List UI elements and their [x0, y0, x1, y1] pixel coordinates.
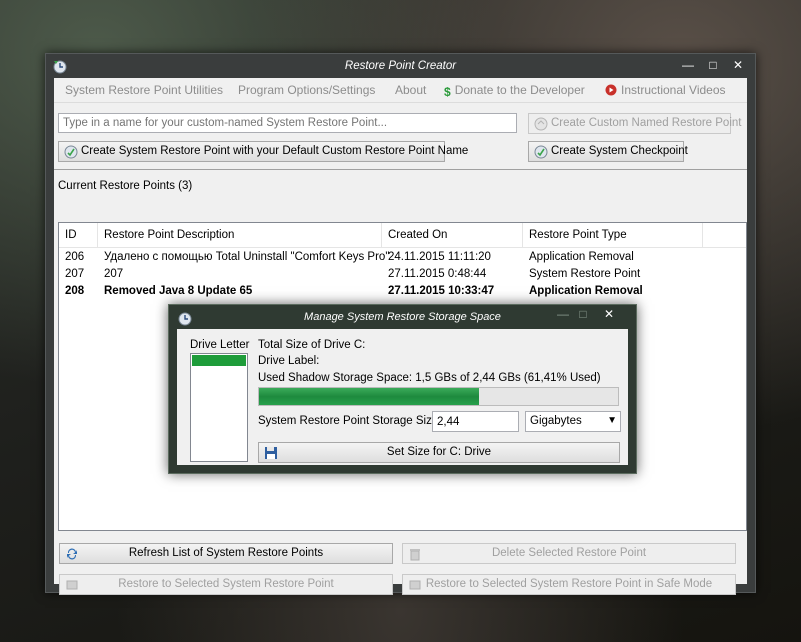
storage-unit-select[interactable]: Gigabytes ▼	[525, 411, 621, 432]
restore-icon	[64, 145, 78, 159]
menu-bar: System Restore Point Utilities Program O…	[54, 78, 747, 103]
close-button[interactable]: ✕	[726, 56, 750, 74]
menu-videos-label: Instructional Videos	[621, 83, 726, 97]
storage-dialog: Manage System Restore Storage Space — □ …	[168, 304, 637, 474]
restore-safe-mode-button[interactable]: Restore to Selected System Restore Point…	[402, 574, 736, 595]
storage-unit-value: Gigabytes	[530, 415, 582, 427]
refresh-list-label: Refresh List of System Restore Points	[128, 547, 324, 559]
row-created: 24.11.2015 11:11:20	[388, 251, 491, 263]
create-custom-named-label: Create Custom Named Restore Point	[551, 117, 742, 129]
menu-program-options[interactable]: Program Options/Settings	[238, 83, 375, 97]
row-created: 27.11.2015 10:33:47	[388, 285, 495, 297]
window-title: Restore Point Creator	[344, 60, 457, 72]
current-restore-points-label: Current Restore Points (3)	[58, 180, 193, 192]
column-type[interactable]: Restore Point Type	[523, 223, 703, 247]
drive-label-text: Drive Label:	[258, 355, 320, 367]
minimize-button[interactable]: —	[676, 56, 700, 74]
delete-restore-point-label: Delete Selected Restore Point	[491, 547, 647, 559]
column-id[interactable]: ID	[59, 223, 98, 247]
storage-size-label: System Restore Point Storage Size:	[258, 415, 442, 427]
restore-point-name-input[interactable]	[58, 113, 517, 133]
divider	[54, 169, 747, 170]
create-system-checkpoint-button[interactable]: Create System Checkpoint	[528, 141, 688, 162]
row-id: 208	[65, 285, 85, 297]
refresh-list-button[interactable]: Refresh List of System Restore Points	[59, 543, 393, 564]
create-default-restore-point-button[interactable]: Create System Restore Point with your De…	[58, 141, 468, 162]
list-header: ID Restore Point Description Created On …	[59, 223, 746, 248]
menu-donate-label: Donate to the Developer	[454, 83, 585, 97]
set-size-label: Set Size for C: Drive	[386, 446, 492, 458]
menu-instructional-videos[interactable]: Instructional Videos	[605, 83, 726, 97]
chevron-down-icon: ▼	[607, 415, 617, 426]
drive-letter-label: Drive Letter	[190, 339, 250, 351]
create-checkpoint-label: Create System Checkpoint	[551, 145, 688, 157]
menu-about[interactable]: About	[395, 83, 426, 97]
row-type: System Restore Point	[529, 268, 641, 280]
table-row[interactable]: 206 Удалено с помощью Total Uninstall "C…	[59, 249, 746, 266]
row-description: Removed Java 8 Update 65	[104, 285, 253, 297]
play-icon	[605, 84, 617, 96]
column-description[interactable]: Restore Point Description	[98, 223, 382, 247]
storage-progress-bar	[258, 387, 619, 406]
maximize-button[interactable]: □	[701, 56, 725, 74]
restore-selected-label: Restore to Selected System Restore Point	[118, 578, 334, 590]
row-type: Application Removal	[529, 285, 643, 297]
table-row[interactable]: 208 Removed Java 8 Update 65 27.11.2015 …	[59, 283, 746, 300]
menu-donate[interactable]: $ Donate to the Developer	[444, 83, 585, 99]
restore-selected-button[interactable]: Restore to Selected System Restore Point	[59, 574, 393, 595]
column-created-on[interactable]: Created On	[382, 223, 523, 247]
checkpoint-icon	[534, 145, 548, 159]
storage-size-input[interactable]	[432, 411, 519, 432]
menu-system-restore-utilities[interactable]: System Restore Point Utilities	[65, 83, 223, 97]
row-type: Application Removal	[529, 251, 634, 263]
dialog-minimize-button[interactable]: —	[553, 307, 573, 321]
row-id: 207	[65, 268, 85, 280]
dialog-maximize-button[interactable]: □	[573, 307, 593, 321]
restore-safe-mode-label: Restore to Selected System Restore Point…	[425, 578, 713, 590]
create-custom-named-button[interactable]: Create Custom Named Restore Point	[528, 113, 741, 134]
row-created: 27.11.2015 0:48:44	[388, 268, 487, 280]
delete-restore-point-button[interactable]: Delete Selected Restore Point	[402, 543, 736, 564]
row-description: 207	[104, 268, 124, 280]
restore-icon	[534, 117, 548, 131]
dialog-client: Drive Letter Total Size of Drive C: Driv…	[177, 329, 628, 465]
total-size-label: Total Size of Drive C:	[258, 339, 366, 351]
dollar-icon: $	[444, 85, 451, 99]
set-size-button[interactable]: Set Size for C: Drive	[258, 442, 620, 463]
dialog-close-button[interactable]: ✕	[599, 307, 619, 321]
row-description: Удалено с помощью Total Uninstall "Comfo…	[104, 251, 390, 263]
storage-progress-fill	[259, 388, 480, 405]
create-default-label: Create System Restore Point with your De…	[81, 145, 469, 157]
drive-letter-list[interactable]	[190, 353, 248, 462]
title-bar[interactable]: Restore Point Creator — □ ✕	[46, 54, 755, 78]
row-id: 206	[65, 251, 85, 263]
used-space-text: Used Shadow Storage Space: 1,5 GBs of 2,…	[258, 372, 601, 384]
drive-list-selected-item[interactable]	[192, 355, 246, 366]
table-row[interactable]: 207 207 27.11.2015 0:48:44 System Restor…	[59, 266, 746, 283]
